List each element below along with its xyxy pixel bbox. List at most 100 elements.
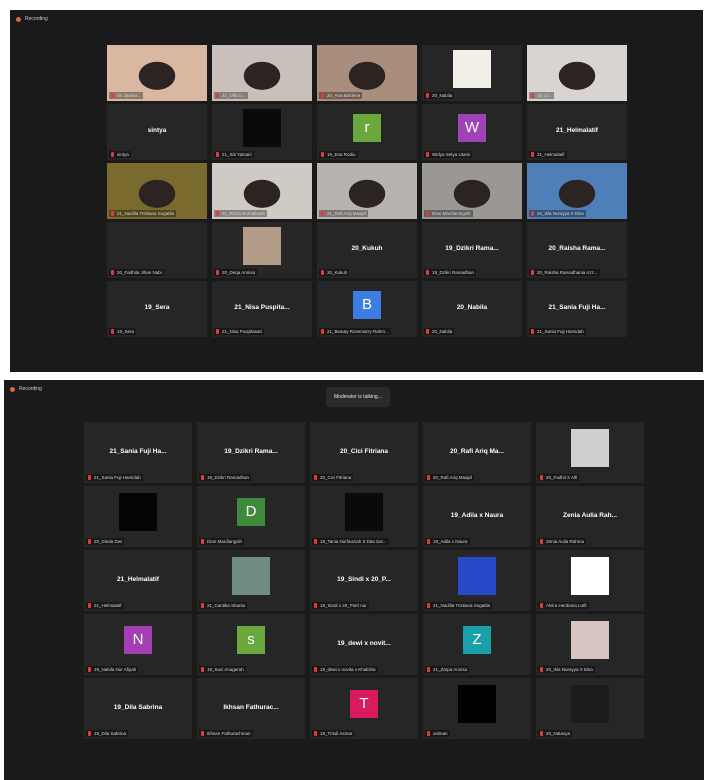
participant-tile[interactable]: 20_Nabila	[422, 45, 522, 101]
muted-mic-icon	[201, 667, 204, 672]
participant-display-name: sintya	[147, 127, 167, 135]
participant-name: Dian Mardianingsih	[432, 211, 471, 216]
participant-tile[interactable]: 21_Helmalatif 21_Helmalatif	[527, 104, 627, 160]
muted-mic-icon	[111, 329, 114, 334]
muted-mic-icon	[321, 211, 324, 216]
participant-tile[interactable]: 20_Deqa Annisa	[212, 222, 312, 278]
muted-mic-icon	[321, 329, 324, 334]
participant-tile[interactable]: salman	[423, 678, 531, 739]
muted-mic-icon	[111, 93, 114, 98]
participant-tile[interactable]: 20_Dinda Dwi	[84, 486, 192, 547]
participant-tile[interactable]: Ikhsan Fathurac... Ikhsan Fathurachman	[197, 678, 305, 739]
participant-tile[interactable]: 19_Lt...	[527, 45, 627, 101]
participant-tile[interactable]: 20_Cici Fitriana 20_Cici Fitriana	[310, 422, 418, 483]
participant-tile[interactable]: s 19_Suci Anugerah	[197, 614, 305, 675]
participant-display-name: 21_Sania Fuji Ha...	[109, 447, 167, 455]
participant-name: 19_dewi x novita x Khalisha	[320, 667, 376, 672]
participant-name: Zenia Aulia Rahma	[546, 539, 585, 544]
participant-tile[interactable]: 20_Fadhil X Alfi	[536, 422, 644, 483]
muted-mic-icon	[314, 475, 317, 480]
muted-mic-icon	[111, 270, 114, 275]
participant-tile[interactable]: W Widya Setya Utami	[422, 104, 522, 160]
recording-indicator[interactable]: Recording	[10, 386, 42, 392]
participant-caption: 19_dewi x novita x Khalisha	[312, 666, 378, 673]
participant-display-name: 19_Sera	[144, 304, 170, 312]
participant-tile[interactable]: 19_Tania Nurfauziah X Dita Sor...	[310, 486, 418, 547]
participant-tile[interactable]: N 19_Nabila Nur Afiyah	[84, 614, 192, 675]
participant-display-name: 19_Sindi x 20_P...	[337, 575, 391, 583]
muted-mic-icon	[531, 152, 534, 157]
participant-tile[interactable]: 20_Raisha Rama... 20_Raisha Ramadhania Az…	[527, 222, 627, 278]
participant-caption: 21_Cantika Shania	[199, 602, 248, 609]
muted-mic-icon	[427, 603, 430, 608]
avatar-initial: r	[353, 113, 381, 142]
participant-tile[interactable]: 19_Sindi x 20_P... 19_Sindi x 20_Putri nu…	[310, 550, 418, 611]
muted-mic-icon	[321, 270, 324, 275]
participant-caption: 19_Dzikri Ramadhan	[424, 269, 477, 276]
participant-display-name: 20_Raisha Rama...	[548, 245, 606, 253]
participant-tile[interactable]: Alvira Herdiana Lutfi	[536, 550, 644, 611]
participant-tile[interactable]: 20_Ikla Nurayya X Elsa	[527, 163, 627, 219]
participant-tile[interactable]: 21_Rafi Ariq Maajid	[317, 163, 417, 219]
participant-display-name: 19_Dila Sabrina	[113, 703, 163, 711]
muted-mic-icon	[426, 329, 429, 334]
participant-tile[interactable]: 19_Sera 19_Sera	[107, 281, 207, 337]
participant-tile[interactable]: 21_Nisa Puspita... 21_Nisa Puspitasari	[212, 281, 312, 337]
participant-tile[interactable]: sintya sintya	[107, 104, 207, 160]
participant-tile[interactable]: r 19_Ena Rodiu	[317, 104, 417, 160]
muted-mic-icon	[531, 329, 534, 334]
participant-tile[interactable]: 21_Nadilla Tristiana Sugatila	[107, 163, 207, 219]
muted-mic-icon	[216, 270, 219, 275]
participant-tile[interactable]: 21_Nadilla Tristiana Sugatila	[423, 550, 531, 611]
meeting-window-2: Recording Moderator is talking... 21_San…	[4, 380, 704, 780]
participant-tile[interactable]: 21_Sania Fuji Ha... 21_Sania Fuji Hamidah	[84, 422, 192, 483]
participant-tile[interactable]: 21_Siti Yatsairi	[212, 104, 312, 160]
muted-mic-icon	[540, 603, 543, 608]
participant-tile[interactable]: 20_Rafi Ariq Ma... 20_Rafi Ariq Maajid	[423, 422, 531, 483]
participant-tile[interactable]: 21_Helmalatif 21_Helmalatif	[84, 550, 192, 611]
muted-mic-icon	[201, 475, 204, 480]
recording-indicator[interactable]: Recording	[16, 16, 48, 22]
participant-tile[interactable]: B 21_Beauty Rosemarry Rahm...	[317, 281, 417, 337]
participant-tile[interactable]: 21_Sania Fuji Ha... 21_Sania Fuji Hamidah	[527, 281, 627, 337]
participant-tile[interactable]: 20_Nabila 20_Nabila	[422, 281, 522, 337]
participant-display-name: Ikhsan Fathurac...	[223, 703, 279, 711]
participant-caption: 20_Nabila	[424, 92, 455, 99]
participant-caption: 19_Ena Rodiu	[319, 151, 358, 158]
participant-tile[interactable]: D Dian Mardiangsih	[197, 486, 305, 547]
participant-name: 20_Natasya	[546, 731, 571, 736]
participant-tile[interactable]: Z 21_Zarpa Annisa	[423, 614, 531, 675]
participant-tile[interactable]: 20_Ana Beldene	[317, 45, 417, 101]
participant-tile[interactable]: 19_Dzikri Rama... 19_Dzikri Ramadhan	[422, 222, 522, 278]
black-photo	[345, 492, 383, 531]
muted-mic-icon	[426, 270, 429, 275]
participant-tile[interactable]: 20_Natasya	[536, 678, 644, 739]
participant-tile[interactable]: Sri Jaraha...	[107, 45, 207, 101]
participant-display-name: 20_Nabila	[456, 304, 488, 312]
participant-tile[interactable]: 19_dewi x novit... 19_dewi x novita x Kha…	[310, 614, 418, 675]
muted-mic-icon	[88, 475, 91, 480]
participant-caption: 19_Trisdi Asmar	[312, 730, 355, 737]
participant-name: 20_Nabila	[432, 93, 453, 98]
participant-tile[interactable]: 19_Dzikri Rama... 19_Dzikri Ramadhan	[197, 422, 305, 483]
participant-caption: 20_Ikla Nurayya X Elsa	[538, 666, 595, 673]
participant-caption: 21_Helmalatif	[86, 602, 124, 609]
participant-tile[interactable]: 21_Cantika Shania	[197, 550, 305, 611]
participant-tile[interactable]: 19_Adila x Naura 19_Adila x Naura	[423, 486, 531, 547]
participant-caption: Sri Jaraha...	[109, 92, 144, 99]
participant-tile[interactable]: 21_Rizza Nurhalimah	[212, 163, 312, 219]
participant-display-name: 19_Adila x Naura	[450, 511, 504, 519]
participant-caption: 19_Sindi x 20_Putri nur	[312, 602, 369, 609]
participant-tile[interactable]: 20_Fadhila Jihan Nabi	[107, 222, 207, 278]
participant-tile[interactable]: 21_Ulfa U...	[212, 45, 312, 101]
muted-mic-icon	[426, 93, 429, 98]
participant-tile[interactable]: Dian Mardianingsih	[422, 163, 522, 219]
participant-tile[interactable]: T 19_Trisdi Asmar	[310, 678, 418, 739]
avatar-initial: W	[458, 113, 486, 142]
meeting-window-1: Recording Sri Jaraha... 21_Ulfa U... 20_An…	[10, 10, 703, 372]
participant-name: 20_Kukuh	[327, 270, 348, 275]
participant-tile[interactable]: Zenia Aulia Rah... Zenia Aulia Rahma	[536, 486, 644, 547]
participant-tile[interactable]: 19_Dila Sabrina 19_Dila Sabrina	[84, 678, 192, 739]
participant-tile[interactable]: 20_Kukuh 20_Kukuh	[317, 222, 417, 278]
participant-tile[interactable]: 20_Ikla Nurayya X Elsa	[536, 614, 644, 675]
